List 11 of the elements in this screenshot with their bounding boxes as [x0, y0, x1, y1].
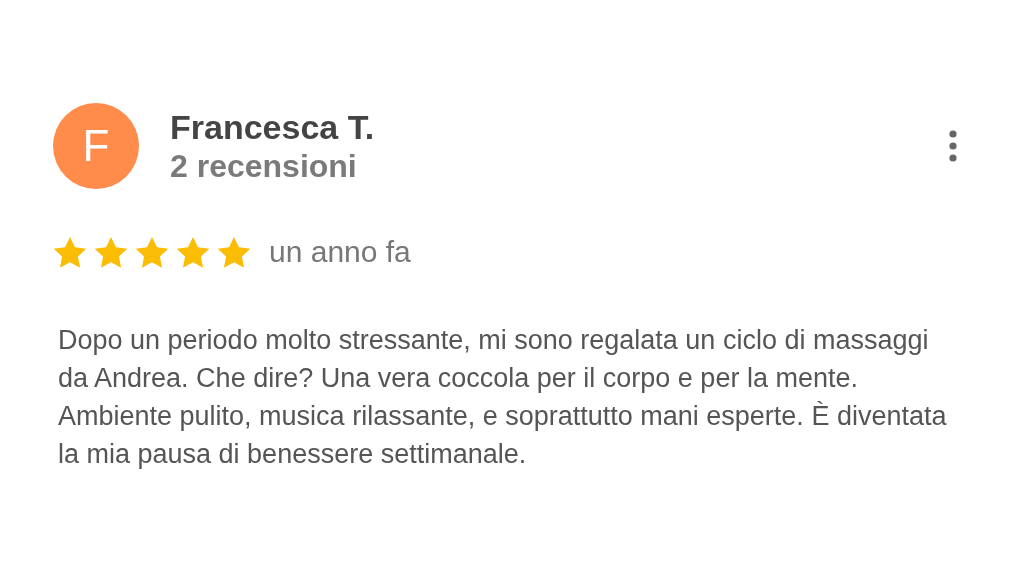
- avatar: F: [53, 103, 139, 189]
- review-time: un anno fa: [269, 235, 411, 269]
- review-count: 2 recensioni: [170, 147, 358, 185]
- star-icon: [135, 235, 169, 269]
- star-icon: [217, 235, 251, 269]
- author-name: Francesca T.: [170, 107, 376, 147]
- star-icon: [94, 235, 128, 269]
- star-icon: [53, 235, 87, 269]
- star-icon: [176, 235, 210, 269]
- review-text: Dopo un periodo molto stressante, mi sono regalata un ciclo di massaggi da Andrea. Che dire? Una vera coccola per il corpo e per la mente. Ambiente pulito, musica rilassante, e soprattutto mani esperte. È diventata la mia pausa di benessere settimanale.: [58, 324, 948, 471]
- more-options-icon[interactable]: [948, 129, 958, 163]
